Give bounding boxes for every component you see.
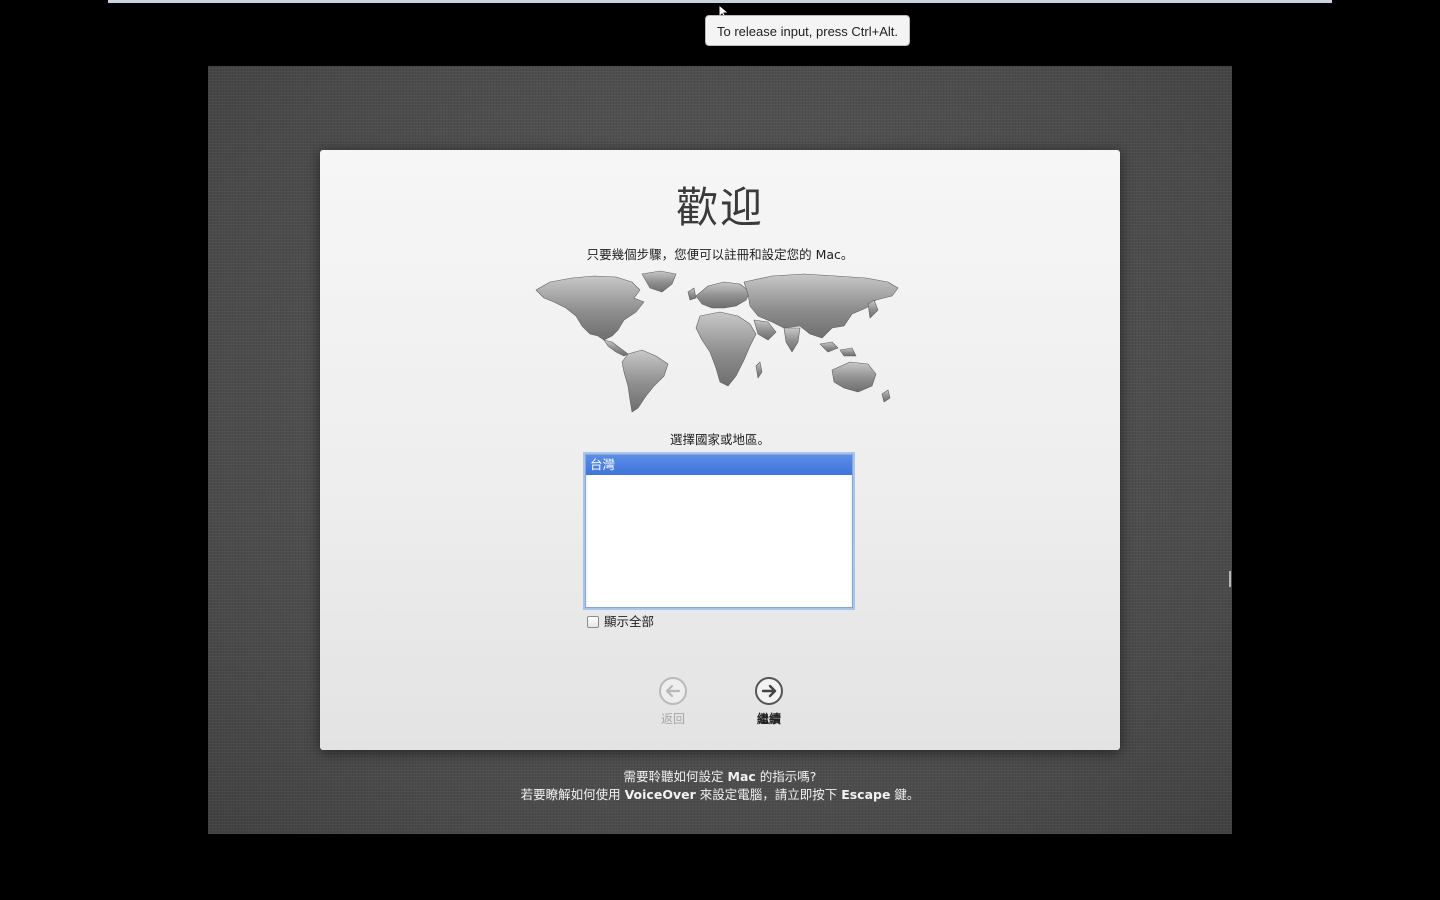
back-arrow-icon: [659, 677, 687, 705]
continue-label: 繼續: [756, 712, 781, 726]
help-text-segment: 的指示嗎?: [755, 769, 817, 784]
help-voiceover-term: VoiceOver: [624, 787, 696, 802]
setup-assistant-panel: 歡迎 只要幾個步驟，您便可以註冊和設定您的 Mac。 選擇國家或地區。 台灣 顯…: [320, 150, 1120, 750]
release-input-tooltip: To release input, press Ctrl+Alt.: [705, 15, 910, 46]
back-label: 返回: [660, 712, 685, 726]
back-button[interactable]: 返回: [641, 676, 705, 732]
help-text-segment: 來設定電腦，請立即按下: [695, 787, 842, 802]
help-text-segment: 需要聆聽如何設定: [623, 769, 728, 784]
help-text-segment: 鍵。: [890, 787, 920, 802]
world-map-image: [535, 270, 899, 413]
help-line-2: 若要瞭解如何使用 VoiceOver 來設定電腦，請立即按下 Escape 鍵。: [208, 786, 1232, 804]
show-all-control[interactable]: 顯示全部: [587, 614, 654, 630]
show-all-label[interactable]: 顯示全部: [604, 614, 654, 630]
help-text-segment: 若要瞭解如何使用: [520, 787, 625, 802]
guest-screen[interactable]: 歡迎 只要幾個步驟，您便可以註冊和設定您的 Mac。 選擇國家或地區。 台灣 顯…: [208, 66, 1232, 834]
continue-button[interactable]: 繼續: [737, 676, 801, 732]
forward-arrow-icon: [755, 677, 783, 705]
help-line-1: 需要聆聽如何設定 Mac 的指示嗎?: [208, 768, 1232, 786]
text-cursor-icon: [1229, 571, 1231, 587]
country-list[interactable]: 台灣: [585, 454, 853, 608]
country-list-item[interactable]: 台灣: [586, 455, 852, 475]
help-mac-term: Mac: [727, 769, 756, 784]
welcome-title: 歡迎: [675, 183, 764, 232]
welcome-subtitle: 只要幾個步驟，您便可以註冊和設定您的 Mac。: [586, 247, 854, 262]
vm-top-bar: [108, 0, 1332, 3]
help-escape-key: Escape: [841, 787, 891, 802]
select-country-label: 選擇國家或地區。: [669, 432, 770, 447]
voiceover-help: 需要聆聽如何設定 Mac 的指示嗎? 若要瞭解如何使用 VoiceOver 來設…: [208, 768, 1232, 804]
show-all-checkbox[interactable]: [587, 616, 599, 628]
